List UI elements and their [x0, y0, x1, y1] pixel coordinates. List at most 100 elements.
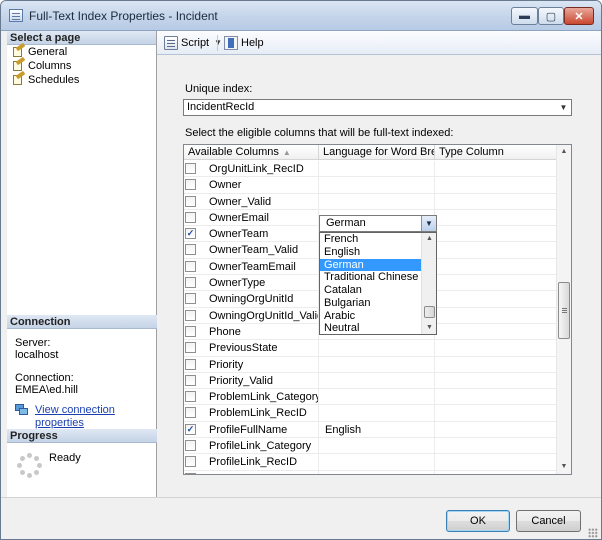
title-bar[interactable]: Full-Text Index Properties - Incident ▬ …	[1, 1, 601, 31]
type-column-cell[interactable]	[435, 357, 557, 373]
type-column-cell[interactable]	[435, 161, 557, 177]
row-checkbox[interactable]	[185, 325, 196, 337]
row-checkbox[interactable]: ✓	[185, 423, 196, 435]
help-button[interactable]: Help	[224, 35, 264, 51]
type-column-cell[interactable]	[435, 438, 557, 454]
column-header-language[interactable]: Language for Word Bre...	[319, 145, 435, 160]
table-row[interactable]: ProblemLink_Category	[184, 389, 557, 406]
type-column-cell[interactable]	[435, 226, 557, 242]
table-row[interactable]: Owner	[184, 177, 557, 194]
language-option[interactable]: Bulgarian	[320, 297, 421, 310]
language-cell[interactable]	[319, 372, 435, 389]
row-checkbox[interactable]	[185, 277, 196, 289]
language-option[interactable]: English	[320, 246, 421, 259]
unique-index-select[interactable]: IncidentRecId ▼	[183, 99, 572, 116]
row-checkbox[interactable]	[185, 293, 196, 305]
owner-team-language-select[interactable]: German ▼	[319, 215, 437, 232]
row-checkbox[interactable]	[185, 309, 196, 321]
type-column-cell[interactable]	[435, 242, 557, 258]
language-cell[interactable]	[319, 470, 435, 474]
grid-scroll-thumb[interactable]	[558, 282, 570, 339]
language-cell[interactable]	[319, 405, 435, 422]
page-item-general[interactable]: General	[7, 42, 156, 59]
row-checkbox[interactable]	[185, 407, 196, 419]
table-row[interactable]: Priority_Valid	[184, 372, 557, 390]
type-column-cell[interactable]	[435, 422, 557, 438]
type-column-cell[interactable]	[435, 177, 557, 193]
row-checkbox[interactable]: ✓	[185, 228, 196, 240]
language-option[interactable]: Catalan	[320, 284, 421, 297]
language-cell[interactable]	[319, 340, 435, 357]
type-column-cell[interactable]	[435, 373, 557, 389]
row-checkbox[interactable]	[185, 391, 196, 403]
cancel-button[interactable]: Cancel	[516, 510, 581, 532]
type-column-cell[interactable]	[435, 471, 557, 474]
page-item-columns[interactable]: Columns	[7, 56, 156, 73]
language-cell[interactable]: English	[319, 421, 435, 438]
language-option[interactable]: Traditional Chinese	[320, 271, 421, 284]
type-column-cell[interactable]	[435, 275, 557, 291]
column-header-type-column[interactable]: Type Column	[435, 145, 557, 160]
script-button[interactable]: Script ▼	[164, 35, 222, 51]
column-header-available-columns[interactable]: Available Columns ▲	[184, 145, 319, 160]
ok-button[interactable]: OK	[446, 510, 510, 532]
scroll-up-icon[interactable]: ▲	[557, 145, 571, 159]
table-row[interactable]: ProfileLink_RecID	[184, 454, 557, 471]
scroll-down-icon[interactable]: ▼	[557, 460, 571, 474]
page-item-schedules[interactable]: Schedules	[7, 70, 156, 87]
row-checkbox[interactable]	[185, 211, 196, 223]
row-checkbox[interactable]	[185, 244, 196, 256]
dropdown-scroll-thumb[interactable]	[424, 306, 435, 318]
row-checkbox[interactable]	[185, 342, 196, 354]
type-column-cell[interactable]	[435, 405, 557, 421]
language-cell[interactable]	[319, 193, 435, 210]
minimize-button[interactable]: ▬	[511, 7, 538, 25]
row-checkbox[interactable]	[185, 374, 196, 386]
table-row[interactable]: ProblemLink_RecID	[184, 405, 557, 422]
table-row[interactable]: ProvenByPosition	[184, 470, 557, 474]
maximize-button[interactable]: ▢	[538, 7, 564, 25]
table-row[interactable]: Owner_Valid	[184, 193, 557, 210]
language-cell[interactable]	[319, 438, 435, 455]
type-column-cell[interactable]	[435, 340, 557, 356]
dropdown-scrollbar[interactable]: ▲ ▼	[421, 233, 436, 334]
type-column-cell[interactable]	[435, 210, 557, 226]
row-checkbox[interactable]	[185, 195, 196, 207]
language-option[interactable]: German	[320, 258, 421, 272]
scroll-down-icon[interactable]: ▼	[422, 322, 437, 334]
chevron-down-icon[interactable]: ▼	[557, 101, 570, 114]
grid-scrollbar[interactable]: ▲ ▼	[556, 145, 571, 474]
table-row[interactable]: ProfileLink_Category	[184, 438, 557, 455]
row-checkbox[interactable]	[185, 440, 196, 452]
type-column-cell[interactable]	[435, 308, 557, 324]
row-checkbox[interactable]	[185, 456, 196, 468]
language-cell[interactable]	[319, 454, 435, 471]
type-column-cell[interactable]	[435, 389, 557, 405]
table-row[interactable]: ✓ ProfileFullName English	[184, 421, 557, 439]
row-checkbox[interactable]	[185, 260, 196, 272]
type-column-cell[interactable]	[435, 259, 557, 275]
language-cell[interactable]	[319, 161, 435, 177]
type-column-cell[interactable]	[435, 454, 557, 470]
chevron-down-icon[interactable]: ▼	[214, 35, 222, 51]
table-row[interactable]: Priority	[184, 356, 557, 373]
table-row[interactable]: OrgUnitLink_RecID	[184, 161, 557, 178]
chevron-down-icon[interactable]: ▼	[421, 216, 436, 231]
resize-grip-icon[interactable]	[588, 528, 598, 538]
type-column-cell[interactable]	[435, 291, 557, 307]
scroll-up-icon[interactable]: ▲	[422, 233, 437, 245]
type-column-cell[interactable]	[435, 324, 557, 340]
language-cell[interactable]	[319, 389, 435, 406]
row-checkbox[interactable]	[185, 179, 196, 191]
language-option[interactable]: Neutral	[320, 322, 421, 335]
row-checkbox[interactable]	[185, 163, 196, 174]
language-cell[interactable]	[319, 177, 435, 194]
close-button[interactable]: ✕	[564, 7, 594, 25]
language-option[interactable]: Arabic	[320, 310, 421, 323]
row-checkbox[interactable]	[185, 358, 196, 370]
language-option[interactable]: French	[320, 233, 421, 246]
language-cell[interactable]	[319, 356, 435, 373]
row-checkbox[interactable]	[185, 472, 196, 474]
type-column-cell[interactable]	[435, 194, 557, 210]
table-row[interactable]: PreviousState	[184, 340, 557, 357]
